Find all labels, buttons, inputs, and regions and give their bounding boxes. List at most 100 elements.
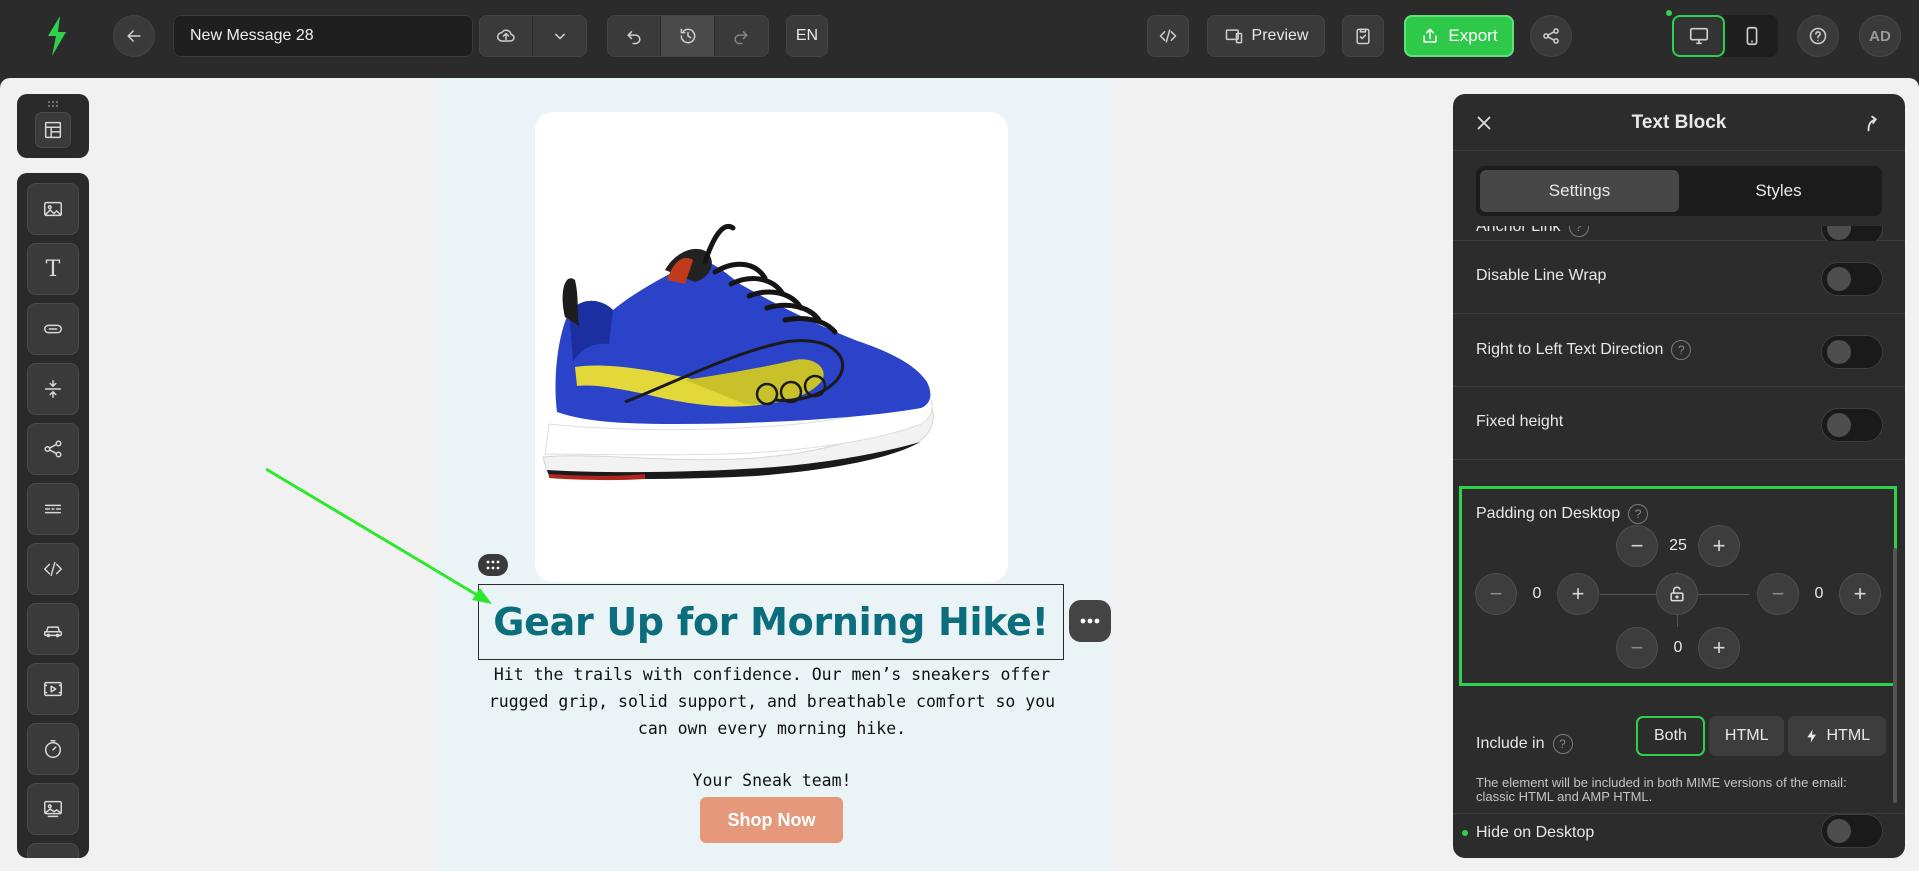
share-icon <box>44 440 62 458</box>
layout-grid-icon <box>44 121 62 139</box>
disable-line-wrap-row: Disable Line Wrap <box>1453 241 1905 314</box>
back-button[interactable] <box>113 15 155 57</box>
button-block-tool[interactable] <box>27 303 79 355</box>
minus-button[interactable]: − <box>1475 573 1517 615</box>
top-toolbar: New Message 28 EN Preview Export AD <box>0 0 1919 72</box>
mobile-view-button[interactable] <box>1725 15 1778 57</box>
block-settings-panel: Text Block Settings Styles Anchor Link? … <box>1453 94 1905 858</box>
amp-block-tool[interactable] <box>27 843 79 858</box>
history-group <box>607 15 769 57</box>
help-icon[interactable]: ? <box>1628 504 1649 524</box>
clipboard-check-icon <box>1356 28 1370 45</box>
export-button[interactable]: Export <box>1404 15 1514 57</box>
drag-dots-icon <box>486 560 500 570</box>
minus-button[interactable]: − <box>1616 627 1658 669</box>
history-button[interactable] <box>661 16 715 56</box>
preview-button[interactable]: Preview <box>1207 15 1325 57</box>
rtl-direction-toggle[interactable] <box>1821 335 1883 369</box>
avatar[interactable]: AD <box>1859 15 1901 57</box>
body-text[interactable]: Hit the trails with confidence. Our men’… <box>484 661 1060 742</box>
signoff-text[interactable]: Your Sneak team! <box>434 771 1110 790</box>
save-options-dropdown[interactable] <box>533 16 586 56</box>
include-both-button[interactable]: Both <box>1636 716 1705 756</box>
include-in-options: Both HTML HTML <box>1636 716 1887 756</box>
timer-icon <box>44 740 62 758</box>
block-toolbar: T <box>17 173 89 858</box>
export-label: Export <box>1448 26 1498 45</box>
help-button[interactable] <box>1797 15 1839 57</box>
padding-bottom-value[interactable]: 0 <box>1658 639 1698 657</box>
message-title-input[interactable]: New Message 28 <box>173 15 473 57</box>
padding-top-value[interactable]: 25 <box>1658 537 1698 555</box>
disable-line-wrap-toggle[interactable] <box>1821 262 1883 296</box>
image-block-tool[interactable] <box>27 183 79 235</box>
tab-styles[interactable]: Styles <box>1679 170 1878 212</box>
menu-block-tool[interactable] <box>27 483 79 535</box>
social-block-tool[interactable] <box>27 423 79 475</box>
export-icon <box>1423 28 1438 43</box>
fixed-height-toggle[interactable] <box>1821 408 1883 442</box>
code-icon <box>44 561 62 577</box>
editor-workspace: T Gear Up for Morning Hike! Hit the trai… <box>0 78 1919 871</box>
language-button[interactable]: EN <box>786 15 828 57</box>
video-icon <box>44 681 62 697</box>
minus-button[interactable]: − <box>1757 573 1799 615</box>
lightning-icon <box>1807 729 1817 743</box>
undo-button[interactable] <box>608 16 662 56</box>
shop-now-button[interactable]: Shop Now <box>700 797 843 843</box>
minus-button[interactable]: − <box>1616 525 1658 567</box>
video-block-tool[interactable] <box>27 663 79 715</box>
block-drag-handle[interactable] <box>478 554 508 576</box>
desktop-view-button[interactable] <box>1672 15 1725 57</box>
product-image[interactable] <box>535 112 1008 582</box>
spacer-block-tool[interactable] <box>27 363 79 415</box>
plus-button[interactable]: + <box>1557 573 1599 615</box>
include-amp-html-button[interactable]: HTML <box>1788 716 1887 756</box>
help-icon[interactable]: ? <box>1552 734 1573 754</box>
product-block-tool[interactable] <box>27 603 79 655</box>
desktop-icon <box>1689 27 1708 45</box>
include-in-label: Include in <box>1476 735 1545 752</box>
share-icon <box>1543 28 1559 44</box>
history-icon <box>680 28 695 44</box>
disable-line-wrap-label: Disable Line Wrap <box>1476 267 1607 284</box>
banner-block-tool[interactable] <box>27 783 79 835</box>
pin-icon[interactable] <box>1863 112 1885 134</box>
tab-settings[interactable]: Settings <box>1480 170 1679 212</box>
include-html-button[interactable]: HTML <box>1708 716 1785 756</box>
panel-tabs: Settings Styles <box>1476 166 1882 216</box>
plus-button[interactable]: + <box>1698 627 1740 669</box>
panel-header: Text Block <box>1453 94 1905 151</box>
plus-button[interactable]: + <box>1839 573 1881 615</box>
headline-text[interactable]: Gear Up for Morning Hike! <box>493 600 1049 644</box>
html-block-tool[interactable] <box>27 543 79 595</box>
more-horizontal-icon <box>1080 618 1100 624</box>
timer-block-tool[interactable] <box>27 723 79 775</box>
structures-button[interactable] <box>35 112 71 148</box>
help-icon[interactable]: ? <box>1568 226 1589 237</box>
include-in-note: The element will be included in both MIM… <box>1476 775 1847 804</box>
hide-on-desktop-label: Hide on Desktop <box>1476 824 1595 841</box>
help-icon[interactable]: ? <box>1671 340 1692 360</box>
panel-title: Text Block <box>1631 112 1727 133</box>
plus-button[interactable]: + <box>1698 525 1740 567</box>
padding-right-value[interactable]: 0 <box>1799 585 1839 603</box>
padding-connector <box>1698 594 1749 595</box>
cloud-save-button[interactable] <box>480 16 534 56</box>
hide-on-desktop-toggle[interactable] <box>1821 814 1883 848</box>
fixed-height-label: Fixed height <box>1476 413 1564 430</box>
padding-lock-button[interactable] <box>1656 573 1698 615</box>
padding-left-value[interactable]: 0 <box>1517 585 1557 603</box>
panel-scrollbar[interactable] <box>1893 548 1897 803</box>
padding-left-stepper: − 0 + <box>1475 573 1599 615</box>
text-block-tool[interactable]: T <box>27 243 79 295</box>
code-view-button[interactable] <box>1147 15 1189 57</box>
block-options-button[interactable] <box>1069 600 1111 642</box>
checklist-button[interactable] <box>1342 15 1384 57</box>
redo-button[interactable] <box>715 16 768 56</box>
share-button[interactable] <box>1530 15 1572 57</box>
include-amp-html-label: HTML <box>1826 727 1871 744</box>
selected-text-block[interactable]: Gear Up for Morning Hike! <box>478 584 1064 660</box>
drag-handle-icon[interactable] <box>47 100 59 108</box>
anchor-link-toggle[interactable] <box>1821 226 1883 241</box>
